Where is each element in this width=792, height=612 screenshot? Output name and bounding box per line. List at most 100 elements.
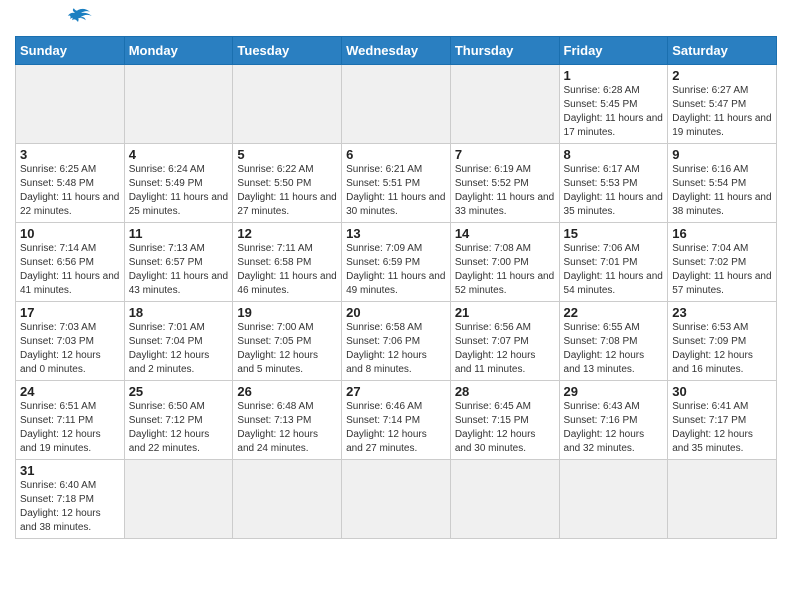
calendar-cell: 24Sunrise: 6:51 AM Sunset: 7:11 PM Dayli… <box>16 381 125 460</box>
day-header-tuesday: Tuesday <box>233 37 342 65</box>
calendar-week-row: 10Sunrise: 7:14 AM Sunset: 6:56 PM Dayli… <box>16 223 777 302</box>
calendar-cell: 2Sunrise: 6:27 AM Sunset: 5:47 PM Daylig… <box>668 65 777 144</box>
calendar-cell: 17Sunrise: 7:03 AM Sunset: 7:03 PM Dayli… <box>16 302 125 381</box>
day-number: 16 <box>672 226 772 241</box>
day-info: Sunrise: 6:45 AM Sunset: 7:15 PM Dayligh… <box>455 400 555 456</box>
calendar-week-row: 24Sunrise: 6:51 AM Sunset: 7:11 PM Dayli… <box>16 381 777 460</box>
day-number: 17 <box>20 305 120 320</box>
calendar-cell: 21Sunrise: 6:56 AM Sunset: 7:07 PM Dayli… <box>450 302 559 381</box>
day-info: Sunrise: 6:19 AM Sunset: 5:52 PM Dayligh… <box>455 163 555 219</box>
day-number: 21 <box>455 305 555 320</box>
day-number: 22 <box>564 305 664 320</box>
day-info: Sunrise: 6:40 AM Sunset: 7:18 PM Dayligh… <box>20 479 120 535</box>
calendar-cell <box>233 65 342 144</box>
day-info: Sunrise: 6:21 AM Sunset: 5:51 PM Dayligh… <box>346 163 446 219</box>
calendar-cell: 25Sunrise: 6:50 AM Sunset: 7:12 PM Dayli… <box>124 381 233 460</box>
calendar-cell: 28Sunrise: 6:45 AM Sunset: 7:15 PM Dayli… <box>450 381 559 460</box>
calendar-cell <box>124 460 233 539</box>
calendar-week-row: 3Sunrise: 6:25 AM Sunset: 5:48 PM Daylig… <box>16 144 777 223</box>
calendar-cell: 26Sunrise: 6:48 AM Sunset: 7:13 PM Dayli… <box>233 381 342 460</box>
day-header-wednesday: Wednesday <box>342 37 451 65</box>
day-info: Sunrise: 6:41 AM Sunset: 7:17 PM Dayligh… <box>672 400 772 456</box>
day-header-friday: Friday <box>559 37 668 65</box>
day-number: 31 <box>20 463 120 478</box>
calendar-cell: 8Sunrise: 6:17 AM Sunset: 5:53 PM Daylig… <box>559 144 668 223</box>
calendar-cell <box>124 65 233 144</box>
day-number: 20 <box>346 305 446 320</box>
day-info: Sunrise: 7:14 AM Sunset: 6:56 PM Dayligh… <box>20 242 120 298</box>
calendar-cell: 15Sunrise: 7:06 AM Sunset: 7:01 PM Dayli… <box>559 223 668 302</box>
day-number: 15 <box>564 226 664 241</box>
calendar-table: SundayMondayTuesdayWednesdayThursdayFrid… <box>15 36 777 539</box>
calendar-cell <box>16 65 125 144</box>
day-number: 25 <box>129 384 229 399</box>
calendar-cell: 4Sunrise: 6:24 AM Sunset: 5:49 PM Daylig… <box>124 144 233 223</box>
day-header-monday: Monday <box>124 37 233 65</box>
logo-icon <box>63 6 93 26</box>
day-number: 2 <box>672 68 772 83</box>
day-number: 13 <box>346 226 446 241</box>
day-info: Sunrise: 6:51 AM Sunset: 7:11 PM Dayligh… <box>20 400 120 456</box>
calendar-cell: 22Sunrise: 6:55 AM Sunset: 7:08 PM Dayli… <box>559 302 668 381</box>
day-info: Sunrise: 6:24 AM Sunset: 5:49 PM Dayligh… <box>129 163 229 219</box>
day-info: Sunrise: 6:25 AM Sunset: 5:48 PM Dayligh… <box>20 163 120 219</box>
day-number: 19 <box>237 305 337 320</box>
calendar-cell: 20Sunrise: 6:58 AM Sunset: 7:06 PM Dayli… <box>342 302 451 381</box>
calendar-cell <box>450 65 559 144</box>
day-number: 14 <box>455 226 555 241</box>
day-info: Sunrise: 6:28 AM Sunset: 5:45 PM Dayligh… <box>564 84 664 140</box>
day-info: Sunrise: 7:09 AM Sunset: 6:59 PM Dayligh… <box>346 242 446 298</box>
day-header-sunday: Sunday <box>16 37 125 65</box>
calendar-header-row: SundayMondayTuesdayWednesdayThursdayFrid… <box>16 37 777 65</box>
day-number: 27 <box>346 384 446 399</box>
calendar-cell <box>450 460 559 539</box>
day-info: Sunrise: 6:50 AM Sunset: 7:12 PM Dayligh… <box>129 400 229 456</box>
calendar-cell: 12Sunrise: 7:11 AM Sunset: 6:58 PM Dayli… <box>233 223 342 302</box>
day-number: 4 <box>129 147 229 162</box>
calendar-cell: 27Sunrise: 6:46 AM Sunset: 7:14 PM Dayli… <box>342 381 451 460</box>
calendar-cell: 14Sunrise: 7:08 AM Sunset: 7:00 PM Dayli… <box>450 223 559 302</box>
day-number: 28 <box>455 384 555 399</box>
day-info: Sunrise: 7:11 AM Sunset: 6:58 PM Dayligh… <box>237 242 337 298</box>
calendar-week-row: 1Sunrise: 6:28 AM Sunset: 5:45 PM Daylig… <box>16 65 777 144</box>
day-info: Sunrise: 6:17 AM Sunset: 5:53 PM Dayligh… <box>564 163 664 219</box>
day-number: 7 <box>455 147 555 162</box>
calendar-cell: 13Sunrise: 7:09 AM Sunset: 6:59 PM Dayli… <box>342 223 451 302</box>
day-number: 5 <box>237 147 337 162</box>
day-number: 12 <box>237 226 337 241</box>
day-number: 10 <box>20 226 120 241</box>
day-info: Sunrise: 6:16 AM Sunset: 5:54 PM Dayligh… <box>672 163 772 219</box>
calendar-cell: 29Sunrise: 6:43 AM Sunset: 7:16 PM Dayli… <box>559 381 668 460</box>
calendar-week-row: 31Sunrise: 6:40 AM Sunset: 7:18 PM Dayli… <box>16 460 777 539</box>
day-info: Sunrise: 6:43 AM Sunset: 7:16 PM Dayligh… <box>564 400 664 456</box>
calendar-cell: 9Sunrise: 6:16 AM Sunset: 5:54 PM Daylig… <box>668 144 777 223</box>
day-number: 1 <box>564 68 664 83</box>
day-info: Sunrise: 6:22 AM Sunset: 5:50 PM Dayligh… <box>237 163 337 219</box>
day-number: 3 <box>20 147 120 162</box>
calendar-cell: 11Sunrise: 7:13 AM Sunset: 6:57 PM Dayli… <box>124 223 233 302</box>
calendar-cell: 10Sunrise: 7:14 AM Sunset: 6:56 PM Dayli… <box>16 223 125 302</box>
day-info: Sunrise: 6:48 AM Sunset: 7:13 PM Dayligh… <box>237 400 337 456</box>
calendar-cell: 1Sunrise: 6:28 AM Sunset: 5:45 PM Daylig… <box>559 65 668 144</box>
calendar-body: 1Sunrise: 6:28 AM Sunset: 5:45 PM Daylig… <box>16 65 777 539</box>
day-number: 18 <box>129 305 229 320</box>
day-number: 23 <box>672 305 772 320</box>
day-info: Sunrise: 6:56 AM Sunset: 7:07 PM Dayligh… <box>455 321 555 377</box>
calendar-cell <box>233 460 342 539</box>
day-info: Sunrise: 7:08 AM Sunset: 7:00 PM Dayligh… <box>455 242 555 298</box>
day-number: 29 <box>564 384 664 399</box>
day-number: 6 <box>346 147 446 162</box>
day-number: 8 <box>564 147 664 162</box>
header <box>15 10 777 28</box>
day-info: Sunrise: 6:53 AM Sunset: 7:09 PM Dayligh… <box>672 321 772 377</box>
calendar-cell <box>559 460 668 539</box>
calendar-cell: 31Sunrise: 6:40 AM Sunset: 7:18 PM Dayli… <box>16 460 125 539</box>
calendar-cell: 16Sunrise: 7:04 AM Sunset: 7:02 PM Dayli… <box>668 223 777 302</box>
day-info: Sunrise: 6:55 AM Sunset: 7:08 PM Dayligh… <box>564 321 664 377</box>
day-number: 24 <box>20 384 120 399</box>
calendar-cell: 23Sunrise: 6:53 AM Sunset: 7:09 PM Dayli… <box>668 302 777 381</box>
calendar-cell: 5Sunrise: 6:22 AM Sunset: 5:50 PM Daylig… <box>233 144 342 223</box>
day-number: 11 <box>129 226 229 241</box>
calendar-cell: 30Sunrise: 6:41 AM Sunset: 7:17 PM Dayli… <box>668 381 777 460</box>
day-header-saturday: Saturday <box>668 37 777 65</box>
